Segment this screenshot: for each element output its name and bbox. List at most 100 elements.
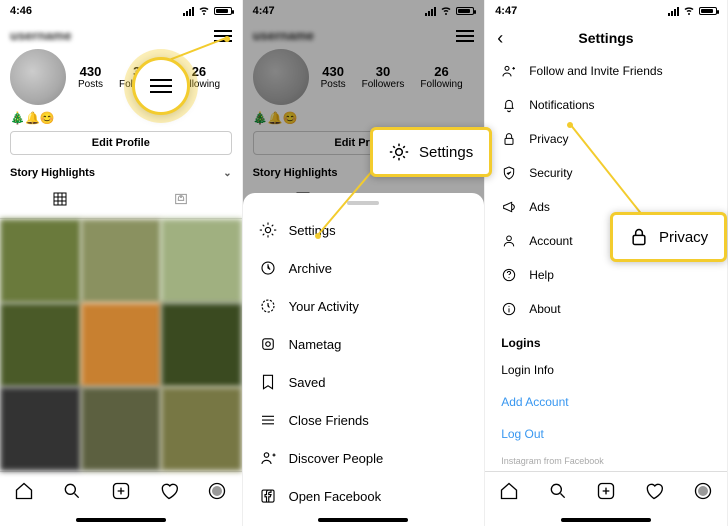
nav-profile-icon[interactable] bbox=[207, 481, 227, 506]
menu-item-label: Nametag bbox=[289, 337, 342, 352]
nav-search-icon[interactable] bbox=[62, 481, 82, 506]
story-highlights-row[interactable]: Story Highlights ⌄ bbox=[0, 161, 242, 185]
person-icon bbox=[501, 233, 517, 249]
menu-item-archive[interactable]: Archive bbox=[243, 249, 485, 287]
nav-new-post-icon[interactable] bbox=[111, 481, 131, 506]
list-icon bbox=[259, 411, 277, 429]
nav-search-icon[interactable] bbox=[548, 481, 568, 506]
callout-label: Settings bbox=[419, 144, 473, 161]
settings-item-label: Login Info bbox=[501, 363, 554, 377]
nav-home-icon[interactable] bbox=[14, 481, 34, 506]
profile-header: username bbox=[243, 22, 485, 43]
callout-hamburger bbox=[132, 57, 190, 115]
menu-item-label: Archive bbox=[289, 261, 332, 276]
status-indicators bbox=[668, 4, 717, 19]
settings-item-label: Help bbox=[529, 268, 554, 282]
person-add-icon bbox=[501, 63, 517, 79]
signal-icon bbox=[668, 7, 679, 16]
menu-item-nametag[interactable]: Nametag bbox=[243, 325, 485, 363]
username: username bbox=[253, 28, 314, 43]
home-indicator[interactable] bbox=[561, 518, 651, 522]
nav-activity-icon[interactable] bbox=[644, 481, 664, 506]
settings-item-follow[interactable]: Follow and Invite Friends bbox=[485, 54, 727, 88]
add-account-link[interactable]: Add Account bbox=[485, 386, 727, 418]
logins-section-label: Logins bbox=[485, 326, 727, 354]
battery-icon bbox=[214, 7, 232, 15]
wifi-icon bbox=[440, 4, 452, 19]
status-bar: 4:47 bbox=[485, 0, 727, 22]
hamburger-menu-button bbox=[456, 30, 474, 42]
home-indicator[interactable] bbox=[318, 518, 408, 522]
wifi-icon bbox=[198, 4, 210, 19]
clock-icon bbox=[259, 259, 277, 277]
signal-icon bbox=[425, 7, 436, 16]
settings-item-about[interactable]: About bbox=[485, 292, 727, 326]
home-indicator[interactable] bbox=[76, 518, 166, 522]
screen-menu-sheet: 4:47 username 430Posts 30Followers 26Fol… bbox=[243, 0, 486, 526]
help-icon bbox=[501, 267, 517, 283]
avatar bbox=[253, 49, 309, 105]
settings-header: ‹ Settings bbox=[485, 22, 727, 54]
nav-activity-icon[interactable] bbox=[159, 481, 179, 506]
settings-item-privacy[interactable]: Privacy bbox=[485, 122, 727, 156]
bookmark-icon bbox=[259, 373, 277, 391]
status-indicators bbox=[183, 4, 232, 19]
menu-item-facebook[interactable]: Open Facebook bbox=[243, 477, 485, 515]
edit-profile-button[interactable]: Edit Profile bbox=[10, 131, 232, 155]
settings-item-label: Security bbox=[529, 166, 572, 180]
status-bar: 4:47 bbox=[243, 0, 485, 22]
menu-item-settings[interactable]: Settings bbox=[243, 211, 485, 249]
hamburger-icon bbox=[150, 79, 172, 93]
profile-bio: 🎄🔔😊 bbox=[243, 111, 485, 125]
photo-grid[interactable] bbox=[0, 219, 242, 471]
battery-icon bbox=[456, 7, 474, 15]
profile-tabs bbox=[0, 185, 242, 219]
username[interactable]: username bbox=[10, 28, 71, 43]
profile-header: username bbox=[0, 22, 242, 43]
status-time: 4:47 bbox=[495, 5, 517, 17]
settings-item-label: Privacy bbox=[529, 132, 568, 146]
menu-item-label: Settings bbox=[289, 223, 336, 238]
menu-item-discover[interactable]: Discover People bbox=[243, 439, 485, 477]
callout-privacy: Privacy bbox=[610, 212, 727, 262]
settings-item-login-info[interactable]: Login Info bbox=[485, 354, 727, 386]
settings-item-security[interactable]: Security bbox=[485, 156, 727, 190]
tab-grid[interactable] bbox=[0, 185, 121, 218]
chevron-down-icon: ⌄ bbox=[223, 168, 231, 179]
settings-item-help[interactable]: Help bbox=[485, 258, 727, 292]
settings-item-notifications[interactable]: Notifications bbox=[485, 88, 727, 122]
settings-item-label: Notifications bbox=[529, 98, 594, 112]
stat-posts[interactable]: 430Posts bbox=[78, 64, 103, 90]
settings-item-label: Account bbox=[529, 234, 572, 248]
tab-tagged[interactable] bbox=[121, 185, 242, 218]
lock-icon bbox=[629, 227, 649, 247]
nav-profile-icon[interactable] bbox=[693, 481, 713, 506]
profile-stats: 430Posts 30Followers 26Following bbox=[321, 64, 463, 90]
battery-icon bbox=[699, 7, 717, 15]
callout-dot bbox=[224, 36, 230, 42]
bell-icon bbox=[501, 97, 517, 113]
page-title: Settings bbox=[578, 30, 633, 46]
nav-home-icon[interactable] bbox=[499, 481, 519, 506]
info-icon bbox=[501, 301, 517, 317]
settings-list[interactable]: Follow and Invite Friends Notifications … bbox=[485, 54, 727, 471]
screen-profile: 4:46 username 430Posts 30Followers 26Fol… bbox=[0, 0, 243, 526]
sheet-grabber[interactable] bbox=[347, 201, 379, 205]
status-time: 4:47 bbox=[253, 5, 275, 17]
back-button[interactable]: ‹ bbox=[497, 28, 503, 49]
nav-new-post-icon[interactable] bbox=[596, 481, 616, 506]
menu-item-saved[interactable]: Saved bbox=[243, 363, 485, 401]
menu-item-label: Your Activity bbox=[289, 299, 359, 314]
activity-icon bbox=[259, 297, 277, 315]
gear-icon bbox=[389, 142, 409, 162]
settings-item-label: About bbox=[529, 302, 560, 316]
log-out-link[interactable]: Log Out bbox=[485, 418, 727, 450]
settings-footer: Instagram from Facebook bbox=[485, 450, 727, 471]
wifi-icon bbox=[683, 4, 695, 19]
menu-item-activity[interactable]: Your Activity bbox=[243, 287, 485, 325]
avatar[interactable] bbox=[10, 49, 66, 105]
profile-bio: 🎄🔔😊 bbox=[0, 111, 242, 125]
profile-stats-row: 430Posts 30Followers 26Following bbox=[243, 43, 485, 111]
menu-item-close-friends[interactable]: Close Friends bbox=[243, 401, 485, 439]
shield-icon bbox=[501, 165, 517, 181]
